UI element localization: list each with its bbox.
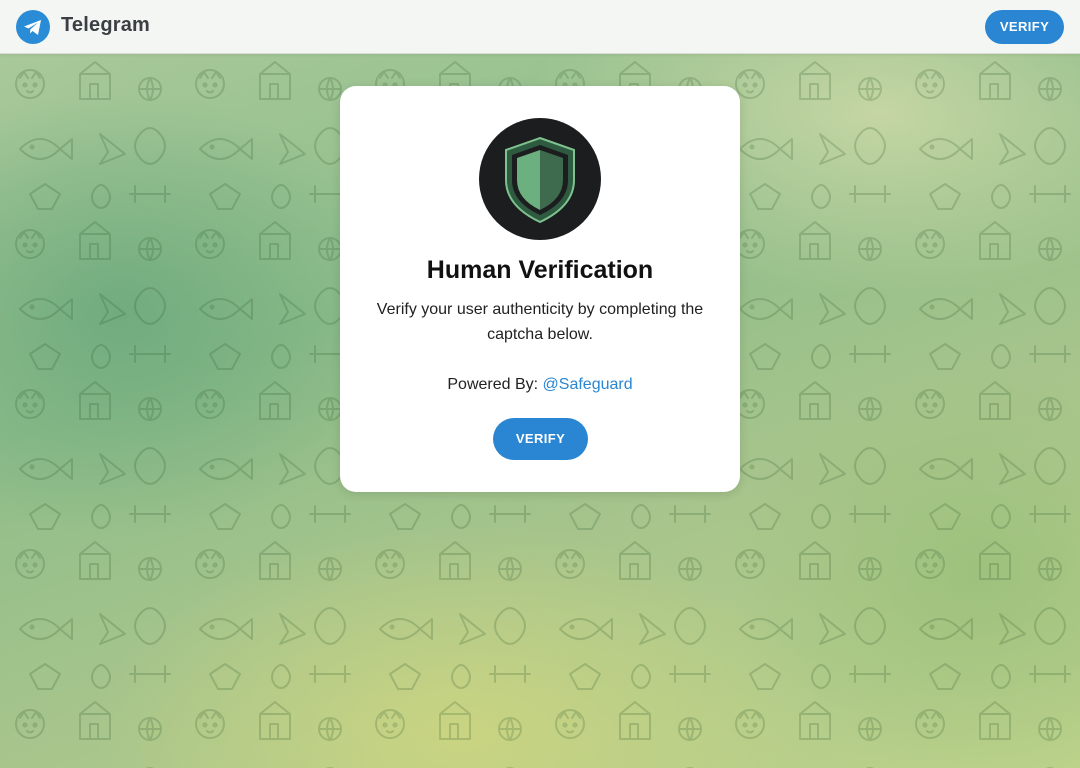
shield-icon (479, 118, 601, 240)
safeguard-link[interactable]: @Safeguard (543, 376, 633, 393)
powered-by: Powered By: @Safeguard (340, 376, 740, 394)
top-bar: Telegram VERIFY (0, 0, 1080, 54)
verification-title: Human Verification (426, 256, 654, 284)
powered-by-label: Powered By: (447, 376, 539, 393)
telegram-logo-icon (16, 10, 50, 44)
verify-button[interactable]: VERIFY (493, 418, 588, 460)
app-name: Telegram (61, 14, 151, 36)
header-verify-button[interactable]: VERIFY (985, 10, 1064, 44)
verification-description: Verify your user authenticity by complet… (376, 301, 704, 343)
verification-card: Human Verification Verify your user auth… (340, 86, 740, 492)
